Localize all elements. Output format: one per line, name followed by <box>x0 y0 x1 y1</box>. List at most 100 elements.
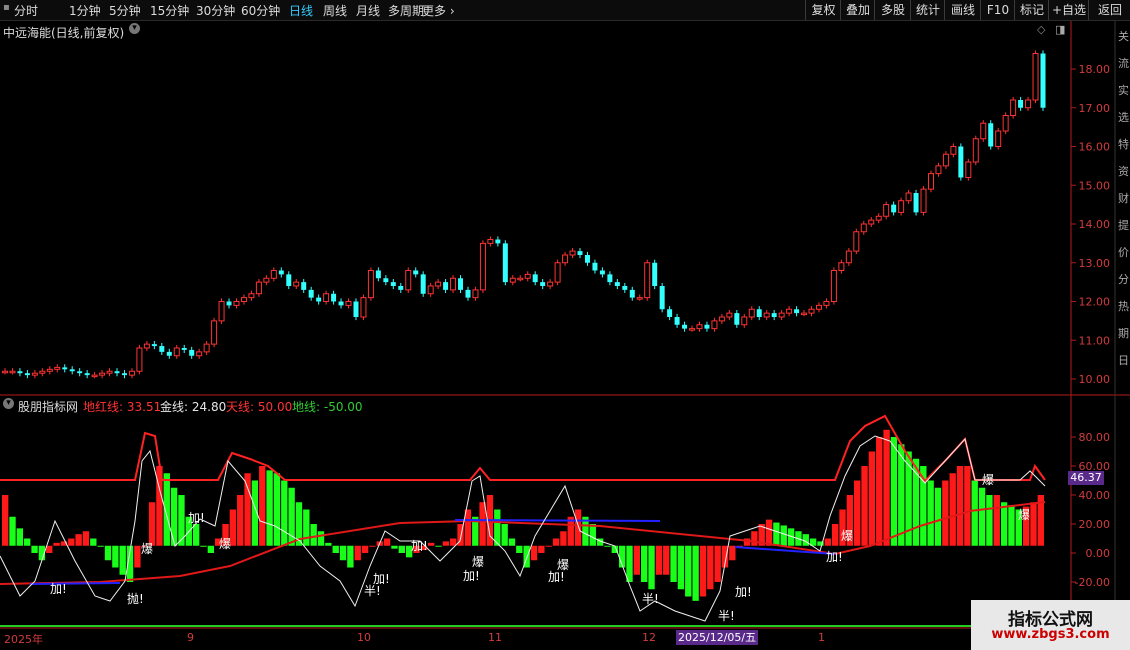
candlestick <box>942 151 949 169</box>
candlestick <box>375 267 381 282</box>
period-tab[interactable]: 多周期 <box>388 2 424 19</box>
toolbar-button[interactable]: 标记 <box>1014 0 1049 20</box>
histogram-bar <box>685 545 692 597</box>
price-tick-label: 10.00 <box>1079 373 1111 386</box>
indicator-line-label: 地线: -50.00 <box>292 400 363 414</box>
toolbar-button[interactable]: 统计 <box>910 0 945 20</box>
indicator-tick-label: 0.00 <box>1086 547 1111 560</box>
candlestick <box>711 317 718 332</box>
toolbar-button[interactable]: 返回 <box>1088 0 1130 20</box>
toolbar-button[interactable]: F10 <box>980 0 1015 20</box>
period-tab[interactable]: 日线 <box>289 2 313 19</box>
chevron-down-circle-icon[interactable]: ▾ <box>129 23 140 34</box>
period-tab[interactable]: 1分钟 <box>69 2 101 19</box>
signal-label: 半! <box>642 592 659 606</box>
side-tab[interactable]: 期 <box>1118 325 1129 341</box>
candlestick <box>1040 50 1046 111</box>
candlestick <box>845 248 852 266</box>
candlestick <box>479 240 486 293</box>
candlestick <box>584 251 590 266</box>
candlestick <box>726 310 733 321</box>
histogram-bar <box>663 545 670 575</box>
candlestick <box>353 298 359 321</box>
histogram-bar <box>82 531 90 546</box>
toolbar-button[interactable]: 画线 <box>944 0 981 20</box>
candlestick <box>443 279 449 293</box>
histogram-bar <box>861 466 868 546</box>
side-tab[interactable]: 特 <box>1118 136 1129 152</box>
toolbar-button[interactable]: 叠加 <box>840 0 875 20</box>
indicator-tick-label: 80.00 <box>1079 431 1111 444</box>
candlestick <box>554 259 561 286</box>
more-button[interactable]: 更多 › <box>422 2 455 19</box>
candlestick <box>1018 96 1024 111</box>
histogram-bar <box>574 509 582 546</box>
candlestick <box>577 248 583 259</box>
side-tab[interactable]: 日 <box>1118 352 1129 368</box>
histogram-bar <box>927 480 934 546</box>
period-tab[interactable]: 5分钟 <box>109 2 141 19</box>
candlestick <box>233 298 240 309</box>
candlestick <box>808 306 815 317</box>
side-tab[interactable]: 关 <box>1118 28 1129 44</box>
histogram-bar <box>773 522 780 546</box>
candlestick <box>704 321 710 332</box>
candlestick <box>450 275 457 293</box>
side-tab[interactable]: 分 <box>1118 271 1129 287</box>
candlestick <box>838 259 845 274</box>
candlestick <box>143 341 150 352</box>
period-tab[interactable]: 60分钟 <box>241 2 280 19</box>
candlestick <box>248 290 255 301</box>
period-tab[interactable]: 15分钟 <box>150 2 189 19</box>
toolbar-button[interactable]: +自选 <box>1048 0 1089 20</box>
diamond-icon[interactable]: ◇ <box>1037 23 1045 36</box>
menu-icon[interactable]: ▪ <box>3 2 10 13</box>
period-tab[interactable]: 周线 <box>323 2 347 19</box>
side-tab[interactable]: 资 <box>1118 163 1129 179</box>
side-tab[interactable]: 价 <box>1118 244 1129 260</box>
histogram-bar <box>170 487 178 546</box>
date-label: 2025年 <box>4 633 43 646</box>
candlestick <box>360 294 367 321</box>
toolbar-button[interactable]: 复权 <box>805 0 841 20</box>
candlestick <box>270 267 277 282</box>
side-tab[interactable]: 实 <box>1118 82 1129 98</box>
histogram-bar <box>97 545 104 547</box>
candlestick <box>875 213 882 224</box>
window-toggle-icon[interactable]: ◨ <box>1055 23 1065 36</box>
candlestick <box>988 120 994 150</box>
period-tab[interactable]: 分时 <box>14 2 38 19</box>
indicator-name[interactable]: 股朋指标网 <box>18 398 78 415</box>
candlestick <box>301 279 307 293</box>
candlestick <box>405 267 412 293</box>
side-tab[interactable]: 热 <box>1118 298 1129 314</box>
watermark-url: www.zbgs3.com <box>991 627 1110 642</box>
histogram-bar <box>626 545 633 582</box>
histogram-bar <box>104 545 112 561</box>
candlestick <box>763 310 770 321</box>
side-tab[interactable]: 流 <box>1118 55 1129 71</box>
indicator-dropdown-icon[interactable]: ▾ <box>3 398 14 409</box>
side-tab[interactable]: 提 <box>1118 217 1129 233</box>
candlestick <box>540 279 546 290</box>
candlestick <box>614 279 620 290</box>
blue-line <box>29 582 121 585</box>
signal-label: 爆 <box>841 529 854 543</box>
histogram-bar <box>266 470 273 546</box>
histogram-bar <box>655 545 663 575</box>
period-tab[interactable]: 30分钟 <box>196 2 235 19</box>
side-tab[interactable]: 选 <box>1118 109 1129 125</box>
candlestick <box>367 267 374 301</box>
histogram-bar <box>178 495 185 546</box>
histogram-bar <box>729 545 736 561</box>
histogram-bar <box>883 429 890 546</box>
signal-label: 加! <box>411 539 428 553</box>
side-tab[interactable]: 财 <box>1118 190 1129 206</box>
candlestick <box>682 321 688 332</box>
period-tab[interactable]: 月线 <box>356 2 380 19</box>
candlestick <box>226 298 232 309</box>
toolbar-button[interactable]: 多股 <box>874 0 911 20</box>
signal-label: 爆 <box>982 473 995 487</box>
candlestick <box>599 267 605 278</box>
candlestick <box>69 366 75 375</box>
